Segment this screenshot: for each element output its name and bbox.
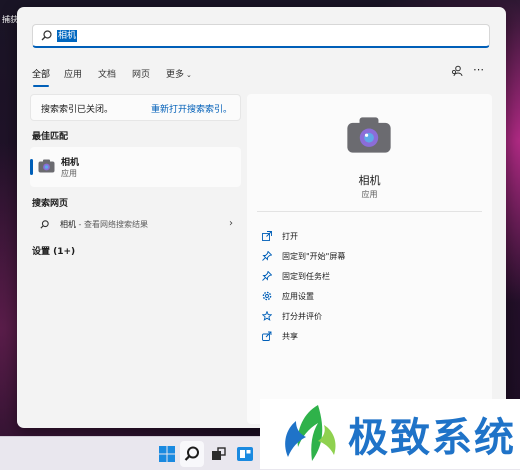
open-icon	[262, 231, 272, 244]
search-icon	[41, 30, 52, 44]
action-rate-review-label: 打分并评价	[282, 312, 322, 321]
web-search-result[interactable]: 相机 - 查看网络搜索结果 ›	[30, 215, 241, 235]
action-open-label: 打开	[282, 232, 298, 241]
desktop-icon-label[interactable]: 捕获	[2, 14, 18, 25]
result-name: 相机	[61, 158, 80, 168]
detail-app-name: 相机	[358, 174, 381, 187]
more-options-icon[interactable]: ⋯	[473, 63, 484, 76]
camera-icon	[38, 159, 55, 176]
watermark-logo	[278, 403, 342, 468]
indexing-notice: 搜索索引已关闭。 重新打开搜索索引。	[30, 94, 241, 121]
pin-icon	[262, 270, 273, 284]
tab-web[interactable]: 网页	[132, 67, 150, 80]
detail-app-type: 应用	[361, 190, 378, 199]
search-panel: 相机 全部 应用 文档 网页 更多 ⌄ ⋯ 搜索索引已关闭。 重新打开搜索索引。 …	[17, 7, 506, 428]
gear-icon	[262, 291, 272, 304]
best-match-result[interactable]: 相机 应用	[30, 147, 241, 187]
share-icon	[262, 331, 272, 344]
camera-icon	[346, 116, 392, 157]
result-type: 应用	[61, 169, 77, 178]
web-result-label: 相机 - 查看网络搜索结果	[60, 219, 148, 230]
start-button[interactable]	[156, 443, 178, 465]
web-result-term: 相机	[60, 220, 76, 229]
selection-indicator	[30, 159, 33, 175]
divider	[257, 211, 482, 212]
search-query[interactable]: 相机	[57, 30, 78, 42]
web-search-heading: 搜索网页	[32, 199, 69, 209]
widgets-icon[interactable]	[234, 443, 256, 465]
action-share-label: 共享	[282, 332, 298, 341]
best-match-heading: 最佳匹配	[32, 132, 69, 142]
taskbar-search-icon[interactable]	[181, 443, 203, 465]
active-tab-indicator	[33, 85, 49, 87]
reenable-indexing-link[interactable]: 重新打开搜索索引。	[151, 102, 232, 115]
pin-icon	[262, 250, 273, 264]
tab-more-label: 更多	[166, 70, 185, 80]
app-detail-pane: 相机 应用 打开 固定到"开始"屏幕 固定到任务栏 应用设置 打分并评价 共享	[247, 94, 492, 424]
action-app-settings-label: 应用设置	[282, 292, 314, 301]
task-view-icon[interactable]	[207, 443, 229, 465]
search-input[interactable]: 相机	[32, 24, 490, 48]
search-icon	[40, 220, 49, 232]
chevron-down-icon: ⌄	[186, 71, 192, 79]
tab-all[interactable]: 全部	[32, 67, 50, 80]
tab-documents[interactable]: 文档	[98, 67, 116, 80]
watermark: 极致系统	[260, 399, 520, 469]
web-result-suffix: - 查看网络搜索结果	[76, 220, 148, 229]
star-icon	[261, 310, 273, 324]
watermark-text: 极致系统	[348, 415, 516, 461]
tab-apps[interactable]: 应用	[64, 67, 82, 80]
indexing-message: 搜索索引已关闭。	[41, 105, 114, 115]
account-icon[interactable]	[451, 65, 463, 80]
settings-heading[interactable]: 设置 (1+)	[32, 244, 75, 257]
action-pin-start-label: 固定到"开始"屏幕	[282, 252, 346, 261]
tab-more[interactable]: 更多 ⌄	[166, 67, 192, 80]
action-pin-taskbar-label: 固定到任务栏	[282, 272, 330, 281]
chevron-right-icon: ›	[229, 218, 233, 229]
